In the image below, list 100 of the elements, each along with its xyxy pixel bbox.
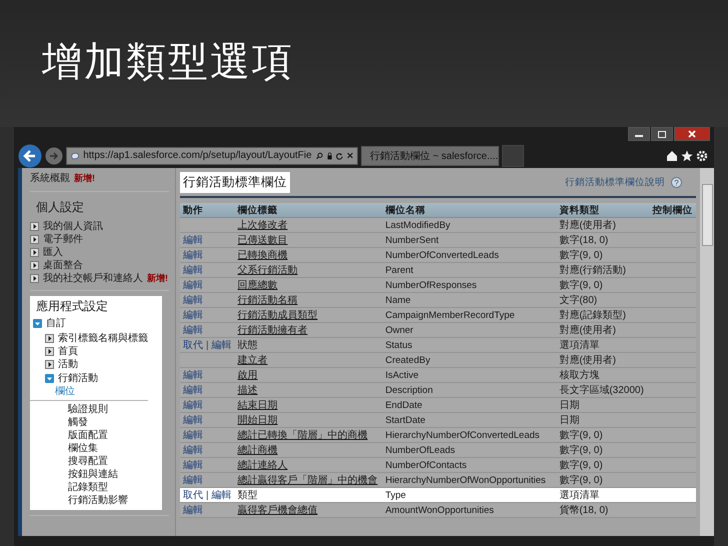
stop-icon[interactable] xyxy=(346,151,353,160)
new-label: 新增! xyxy=(147,272,168,285)
table-cell: CampaignMemberRecordType xyxy=(382,308,556,322)
table-cell: 選項清單 xyxy=(556,338,650,352)
close-icon xyxy=(688,130,696,138)
sidebar-item[interactable]: 記錄類型 xyxy=(30,481,148,494)
replace-link[interactable]: 取代 xyxy=(183,490,203,500)
sidebar-item[interactable]: 自訂 xyxy=(46,317,66,330)
table-cell: EndDate xyxy=(382,398,556,412)
settings-icon[interactable] xyxy=(696,150,708,162)
forward-button-icon[interactable] xyxy=(45,146,63,164)
table-cell: 數字(9, 0) xyxy=(556,458,650,472)
field-label-link[interactable]: 描述 xyxy=(238,384,258,396)
sidebar-item[interactable]: 版面配置 xyxy=(30,429,148,442)
table-cell: Owner xyxy=(382,322,556,338)
separator: | xyxy=(206,490,209,500)
table-cell: 貨幣(18, 0) xyxy=(556,502,650,518)
field-label-link[interactable]: 啟用 xyxy=(238,370,258,380)
table-cell: 文字(80) xyxy=(556,292,650,308)
collapse-icon[interactable] xyxy=(45,374,54,383)
section-title: 個人設定 xyxy=(35,199,85,216)
address-bar[interactable]: https://ap1.salesforce.com/p/setup/layout/LayoutFie xyxy=(66,146,358,164)
sidebar-item[interactable]: 驗證規則 xyxy=(30,403,148,416)
field-label: 狀態 xyxy=(238,340,258,350)
table-cell: HierarchyNumberOfConvertedLeads xyxy=(382,428,556,442)
sidebar-item[interactable]: 索引標籤名稱與標籤 xyxy=(58,332,148,345)
sidebar-item[interactable]: 我的個人資訊 xyxy=(43,220,103,233)
expand-icon[interactable] xyxy=(30,274,39,283)
table-cell: 長文字區域(32000) xyxy=(556,382,650,398)
expand-icon[interactable] xyxy=(30,222,39,231)
sidebar-item[interactable]: 行銷活動影響 xyxy=(30,494,148,507)
column-header: 資料類型 xyxy=(556,203,650,218)
help-icon[interactable]: ? xyxy=(671,177,682,188)
column-header: 動作 xyxy=(180,203,235,218)
browser-tab[interactable]: 行銷活動欄位 ~ salesforce.... xyxy=(361,146,499,166)
home-icon[interactable] xyxy=(666,150,678,162)
expand-icon[interactable] xyxy=(30,248,39,257)
maximize-icon xyxy=(658,130,666,138)
back-button-icon[interactable] xyxy=(18,144,42,168)
table-cell: 數字(9, 0) xyxy=(556,248,650,262)
new-label: 新增! xyxy=(74,172,95,184)
table-cell: CreatedBy xyxy=(382,352,556,368)
table-cell: 數字(9, 0) xyxy=(556,472,650,488)
expand-icon[interactable] xyxy=(30,235,39,244)
close-button[interactable] xyxy=(674,127,710,141)
table-cell: 數字(18, 0) xyxy=(556,232,650,248)
edit-link[interactable]: 編輯 xyxy=(212,340,232,350)
table-cell: 日期 xyxy=(556,398,650,412)
column-header: 欄位標籤 xyxy=(234,203,382,218)
table-cell: Status xyxy=(382,338,556,352)
edit-link[interactable]: 編輯 xyxy=(212,490,232,500)
sidebar-item[interactable]: 電子郵件 xyxy=(43,233,83,246)
minimize-button[interactable] xyxy=(628,127,650,141)
field-label-link[interactable]: 建立者 xyxy=(238,354,268,366)
separator: | xyxy=(206,340,209,350)
star-icon[interactable] xyxy=(681,150,693,162)
expand-icon[interactable] xyxy=(30,261,39,270)
column-header: 控制欄位 xyxy=(649,203,696,218)
panel-title: 行銷活動標準欄位 xyxy=(180,172,290,193)
slide-title: 增加類型選項 xyxy=(42,39,294,86)
table-cell: Description xyxy=(382,382,556,398)
scrollbar-thumb[interactable] xyxy=(702,184,712,246)
refresh-icon[interactable] xyxy=(336,150,343,160)
expand-icon[interactable] xyxy=(45,347,54,356)
expand-icon[interactable] xyxy=(45,334,54,343)
table-cell: 對應(行銷活動) xyxy=(556,262,650,278)
sidebar-item[interactable]: 觸發 xyxy=(30,416,148,429)
table-cell: Name xyxy=(382,292,556,308)
expand-icon[interactable] xyxy=(45,360,54,369)
table-cell: Parent xyxy=(382,262,556,278)
sidebar-item[interactable]: 欄位集 xyxy=(30,442,148,455)
sidebar-item[interactable]: 我的社交帳戶和連絡人 xyxy=(43,272,143,285)
table-cell: NumberOfLeads xyxy=(382,442,556,458)
sidebar-item[interactable]: 匯入 xyxy=(43,246,63,259)
table-cell: 選項清單 xyxy=(556,488,650,502)
sidebar-item[interactable]: 搜尋配置 xyxy=(30,455,148,468)
table-cell: LastModifiedBy xyxy=(382,218,556,232)
search-icon[interactable] xyxy=(316,150,323,160)
sidebar-item[interactable]: 行銷活動 xyxy=(58,372,98,385)
sidebar-item[interactable]: 首頁 xyxy=(58,345,78,358)
table-cell: NumberOfContacts xyxy=(382,458,556,472)
sidebar-item[interactable]: 桌面整合 xyxy=(43,259,83,272)
table-cell: 核取方塊 xyxy=(556,368,650,382)
table-cell: NumberSent xyxy=(382,232,556,248)
table-cell: IsActive xyxy=(382,368,556,382)
table-cell: 對應(使用者) xyxy=(556,352,650,368)
replace-link[interactable]: 取代 xyxy=(183,340,203,350)
table-cell: StartDate xyxy=(382,412,556,428)
sidebar-item[interactable]: 活動 xyxy=(58,358,78,371)
sidebar-link[interactable]: 系統概觀 xyxy=(30,171,70,185)
table-cell: 對應(使用者) xyxy=(556,218,650,232)
table-cell: 對應(使用者) xyxy=(556,322,650,338)
lock-icon xyxy=(326,150,332,160)
table-cell: HierarchyNumberOfWonOpportunities xyxy=(382,472,556,488)
maximize-button[interactable] xyxy=(651,127,673,141)
scrollbar[interactable] xyxy=(700,168,714,536)
collapse-icon[interactable] xyxy=(33,319,42,328)
table-cell: NumberOfResponses xyxy=(382,278,556,292)
sidebar-item[interactable]: 按鈕與連結 xyxy=(30,468,148,481)
table-cell: Type xyxy=(382,488,556,502)
